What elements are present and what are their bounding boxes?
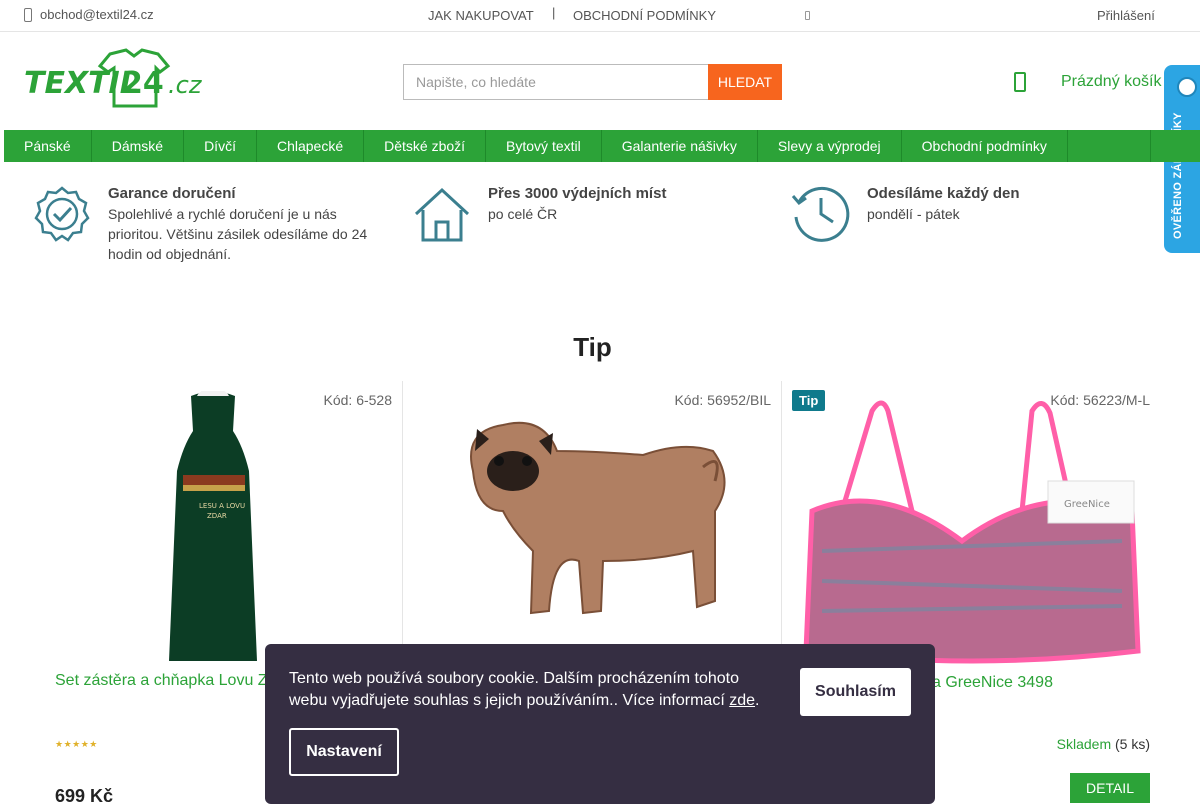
nav-item-damske[interactable]: Dámské xyxy=(92,130,185,162)
main-nav: Pánské Dámské Dívčí Chlapecké Dětské zbo… xyxy=(4,130,1200,162)
benefit-title: Přes 3000 výdejních míst xyxy=(488,185,667,202)
seal-icon xyxy=(1177,77,1197,97)
benefit-desc: Spolehlivé a rychlé doručení je u nás pr… xyxy=(108,206,368,262)
nav-item-obchodni-podminky[interactable]: Obchodní podmínky xyxy=(902,130,1068,162)
cookie-settings-button[interactable]: Nastavení xyxy=(289,728,399,776)
search-button[interactable]: HLEDAT xyxy=(708,64,782,100)
logo-image: TEXTIL 24 .cz xyxy=(24,48,203,108)
product-code: Kód: 56952/BIL xyxy=(674,392,771,408)
house-icon xyxy=(414,187,470,242)
search-form: HLEDAT xyxy=(403,64,782,100)
stock-label: Skladem xyxy=(1056,736,1112,752)
nav-item-panske[interactable]: Pánské xyxy=(4,130,92,162)
nav-item-chlapecke[interactable]: Chlapecké xyxy=(257,130,365,162)
svg-text:LESU A LOVU: LESU A LOVU xyxy=(199,502,245,510)
pug-patch-product-image[interactable] xyxy=(453,411,743,631)
svg-text:.cz: .cz xyxy=(168,71,203,99)
product-name[interactable]: Set zástěra a chňapka Lovu Zdar xyxy=(55,672,291,690)
stock-status: Skladem (5 ks) xyxy=(1057,736,1150,752)
nav-item-slevy[interactable]: Slevy a výprodej xyxy=(758,130,902,162)
email-text: obchod@textil24.cz xyxy=(40,7,154,22)
svg-text:ZDAR: ZDAR xyxy=(207,512,227,520)
nav-item-detske-zbozi[interactable]: Dětské zboží xyxy=(364,130,487,162)
benefit-desc: pondělí - pátek xyxy=(867,206,960,222)
how-to-buy-link[interactable]: JAK NAKUPOVAT xyxy=(428,8,534,23)
svg-text:24: 24 xyxy=(122,66,164,101)
cookie-period: . xyxy=(755,692,760,709)
product-code: Kód: 6-528 xyxy=(323,392,393,408)
section-title: Tip xyxy=(573,332,612,362)
nav-item-galanterie[interactable]: Galanterie nášivky xyxy=(602,130,758,162)
clock-icon xyxy=(791,186,850,242)
apron-product-image[interactable]: LESU A LOVU ZDAR xyxy=(153,391,273,661)
benefit-delivery: Garance doručení Spolehlivé a rychlé dor… xyxy=(32,184,382,264)
sports-bra-product-image[interactable]: GreeNice xyxy=(802,391,1142,666)
phone-icon xyxy=(24,7,32,22)
product-price: 699 Kč xyxy=(55,786,114,806)
cookie-accept-button[interactable]: Souhlasím xyxy=(800,668,911,716)
nav-item-divci[interactable]: Dívčí xyxy=(184,130,257,162)
cookie-banner: Tento web používá soubory cookie. Dalším… xyxy=(265,644,935,804)
top-bar: obchod@textil24.cz JAK NAKUPOVAT | OBCHO… xyxy=(0,0,1200,32)
stock-qty: (5 ks) xyxy=(1115,736,1150,752)
separator: | xyxy=(552,5,556,20)
nav-item-bytovy-textil[interactable]: Bytový textil xyxy=(486,130,602,162)
product-name[interactable]: a GreeNice 3498 xyxy=(932,674,1053,692)
cart-label[interactable]: Prázdný košík xyxy=(1061,73,1161,91)
badge-check-icon xyxy=(34,186,90,242)
cookie-text: Tento web používá soubory cookie. Dalším… xyxy=(289,668,769,712)
phone-small-icon[interactable] xyxy=(805,11,810,20)
svg-text:GreeNice: GreeNice xyxy=(1064,499,1110,510)
email-link[interactable]: obchod@textil24.cz xyxy=(24,7,154,22)
detail-button[interactable]: DETAIL xyxy=(1070,773,1150,803)
logo[interactable]: TEXTIL 24 .cz xyxy=(22,48,212,112)
terms-link[interactable]: OBCHODNÍ PODMÍNKY xyxy=(573,8,716,23)
benefit-daily-shipping: Odesíláme každý den pondělí - pátek xyxy=(791,184,1111,244)
search-input[interactable] xyxy=(403,64,708,100)
cookie-message: Tento web používá soubory cookie. Dalším… xyxy=(289,670,740,709)
cookie-more-info-link[interactable]: zde xyxy=(729,692,755,709)
benefit-pickup-points: Přes 3000 výdejních míst po celé ČR xyxy=(412,184,732,244)
login-link[interactable]: Přihlášení xyxy=(1097,8,1155,23)
benefit-title: Odesíláme každý den xyxy=(867,185,1020,202)
cart-icon[interactable] xyxy=(1014,72,1026,92)
rating-stars: ★★★★★ xyxy=(55,739,98,749)
benefit-title: Garance doručení xyxy=(108,185,236,202)
nav-more[interactable] xyxy=(1150,130,1200,162)
benefit-desc: po celé ČR xyxy=(488,206,558,222)
